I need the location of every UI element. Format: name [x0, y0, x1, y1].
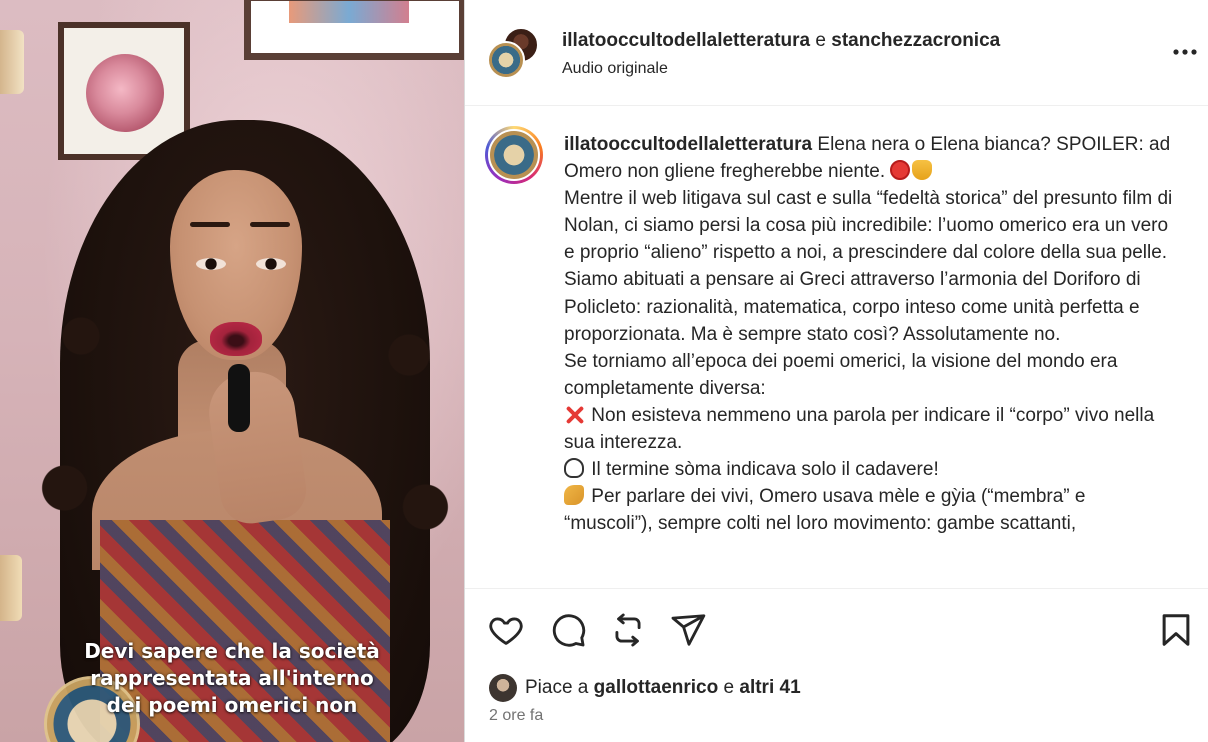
subtitle-line: Devi sapere che la società [84, 639, 380, 663]
post-authors: illatooccultodellaletteratura e stanchez… [562, 30, 1000, 52]
caption-text: Non esisteva nemmeno una parola per indi… [564, 404, 1155, 454]
like-button[interactable] [487, 611, 525, 649]
collaborator-link[interactable]: stanchezzacronica [831, 30, 1000, 51]
share-button[interactable] [669, 611, 707, 649]
author-conjunction: e [815, 30, 826, 51]
avatar [489, 674, 517, 702]
likes-others[interactable]: altri 41 [739, 677, 800, 699]
caption-paragraph: Non esisteva nemmeno una parola per indi… [564, 402, 1176, 456]
post-actions: Piace a gallottaenrico e altri 41 2 ore … [465, 588, 1208, 742]
point-down-icon [912, 160, 933, 181]
post-header: illatooccultodellaletteratura e stanchez… [465, 0, 1208, 106]
stop-sign-icon [890, 160, 911, 181]
post-timestamp[interactable]: 2 ore fa [489, 707, 543, 725]
avatar-story-ring[interactable] [485, 126, 543, 184]
caption-paragraph: Se torniamo all’epoca dei poemi omerici,… [564, 350, 1118, 399]
wall-picture-frame-top [244, 0, 464, 60]
subtitle-line: rappresentata all'interno [90, 666, 374, 690]
post-caption: illatooccultodellaletteratura Elena nera… [564, 131, 1176, 537]
more-horizontal-icon [1173, 49, 1197, 55]
save-button[interactable] [1157, 611, 1195, 649]
light-switch [0, 555, 22, 621]
subtitle-line: dei poemi omerici non [106, 693, 358, 717]
collab-avatars[interactable] [487, 27, 541, 81]
reel-video[interactable]: Devi sapere che la società rappresentata… [0, 0, 464, 742]
avatar[interactable] [487, 41, 525, 79]
liker-username[interactable]: gallottaenrico [594, 677, 719, 699]
caption-paragraph: Mentre il web litigava sul cast e sulla … [564, 188, 1173, 264]
avatar [488, 129, 540, 181]
caption-paragraph: Il termine sòma indicava solo il cadaver… [564, 456, 1176, 483]
lapel-microphone [228, 364, 250, 432]
caption-text: Per parlare dei vivi, Omero usava mèle e… [564, 486, 1086, 535]
caption-paragraph: illatooccultodellaletteratura Elena nera… [564, 131, 1176, 185]
bookmark-icon [1162, 614, 1190, 646]
repost-button[interactable] [609, 611, 647, 649]
likes-conjunction: e [723, 677, 735, 698]
audio-link[interactable]: Audio originale [562, 60, 668, 78]
post-side-panel: illatooccultodellaletteratura e stanchez… [464, 0, 1208, 742]
cross-mark-icon [564, 404, 584, 424]
caption-paragraph: Siamo abituati a pensare ai Greci attrav… [564, 269, 1141, 345]
skull-icon [564, 458, 584, 479]
likes-summary[interactable]: Piace a gallottaenrico e altri 41 [489, 673, 801, 703]
heart-icon [489, 617, 523, 645]
video-subtitle: Devi sapere che la società rappresentata… [22, 638, 442, 719]
caption-text: Il termine sòma indicava solo il cadaver… [591, 459, 939, 481]
more-options-button[interactable] [1171, 40, 1199, 64]
share-icon [671, 614, 706, 646]
comment-button[interactable] [549, 611, 587, 649]
flexed-biceps-icon [564, 485, 584, 506]
likes-prefix: Piace a [525, 677, 589, 698]
post-caption-scroll[interactable]: illatooccultodellaletteratura Elena nera… [465, 106, 1208, 586]
repost-icon [615, 613, 641, 647]
caption-username[interactable]: illatooccultodellaletteratura [564, 134, 812, 155]
author-link[interactable]: illatooccultodellaletteratura [562, 30, 810, 51]
comment-icon [552, 614, 586, 647]
caption-paragraph: Per parlare dei vivi, Omero usava mèle e… [564, 483, 1176, 537]
light-switch [0, 30, 24, 94]
